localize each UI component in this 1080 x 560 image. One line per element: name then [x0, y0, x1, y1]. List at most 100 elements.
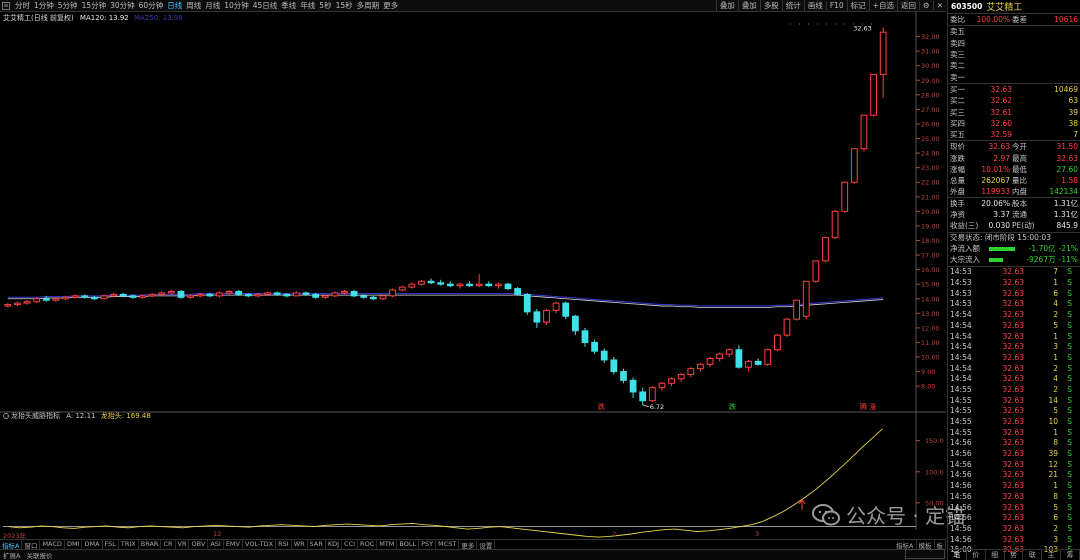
period-tab[interactable]: 15分钟	[80, 0, 109, 11]
status-related[interactable]: 关联报价	[23, 550, 55, 560]
close-icon[interactable]: ✕	[932, 1, 946, 10]
candle-up	[14, 302, 21, 306]
sell-level: 卖二	[948, 60, 1080, 71]
period-tab[interactable]: 30分钟	[108, 0, 137, 11]
panel-tab[interactable]: 细	[986, 550, 1005, 560]
tool-button[interactable]: 返回	[896, 0, 919, 11]
tool-button[interactable]: 画线	[803, 0, 826, 11]
tool-button[interactable]: 叠加	[737, 0, 760, 11]
period-tab[interactable]: 年线	[298, 0, 317, 11]
chart-scrollbar[interactable]	[905, 549, 945, 559]
indicator-tab[interactable]: TRIX	[119, 540, 139, 549]
period-tab[interactable]: 1分钟	[32, 0, 56, 11]
tool-button[interactable]: F10	[825, 1, 847, 10]
period-tab[interactable]: 更多	[381, 0, 400, 11]
indicator-tab[interactable]: RSI	[276, 540, 292, 549]
menu-icon[interactable]: ≡	[2, 1, 10, 10]
stat-value: 1.31亿	[1053, 198, 1078, 208]
indicator-tab[interactable]: DMI	[65, 540, 83, 549]
period-tab[interactable]: 5分钟	[56, 0, 80, 11]
period-tab[interactable]: 月线	[203, 0, 222, 11]
tick-side: S	[1067, 288, 1072, 298]
period-tab[interactable]: 5秒	[317, 0, 333, 11]
candle-up	[495, 283, 502, 287]
tick-price: 32.63	[1002, 491, 1024, 501]
settings-icon[interactable]: ⚙	[918, 1, 933, 10]
period-tab[interactable]: 分时	[13, 0, 32, 11]
kline-chart[interactable]: 32.0031.0030.0029.0028.0027.0026.0025.00…	[0, 12, 946, 540]
tick-time: 14:54	[950, 363, 972, 373]
indicator-tab[interactable]: MCST	[436, 540, 460, 549]
tool-button[interactable]: +自选	[868, 0, 897, 11]
indicator-tab[interactable]: 设置	[477, 540, 496, 549]
candle-down	[244, 293, 252, 297]
panel-tab[interactable]: 笔	[948, 550, 967, 560]
indicator-tab[interactable]: FSL	[103, 540, 119, 549]
indicator-tab[interactable]: VOL-TDX	[243, 540, 277, 549]
indicator-tab[interactable]: ASI	[208, 540, 224, 549]
indicator-tab[interactable]: MTM	[377, 540, 398, 549]
indicator-tab[interactable]: 指标A	[0, 540, 23, 549]
indicator-tab[interactable]: DMA	[82, 540, 103, 549]
tick-side: S	[1067, 299, 1072, 309]
quote-stats: 现价 32.63 今开 31.50 涨跌 2.97 最高 32.63 涨幅 10.01% 最低 27.…	[948, 140, 1080, 231]
tool-button[interactable]: 标记	[846, 0, 869, 11]
indicator-tab[interactable]: EMV	[224, 540, 243, 549]
period-tab[interactable]: 10分钟	[222, 0, 251, 11]
tool-button[interactable]: 多股	[759, 0, 782, 11]
candle-up	[418, 280, 425, 285]
panel-tab[interactable]: 价	[967, 550, 986, 560]
tick-row: 14:55 32.63 5 S	[948, 405, 1080, 416]
indicator-tab[interactable]: MACD	[40, 540, 65, 549]
indicator-tab[interactable]: PSY	[419, 540, 437, 549]
buy-price: 32.63	[990, 84, 1012, 94]
period-tab[interactable]: 多周期	[355, 0, 382, 11]
tool-button[interactable]: 统计	[781, 0, 804, 11]
candle-down	[591, 341, 598, 352]
panel-tab[interactable]: 筹	[1061, 550, 1080, 560]
status-expand[interactable]: 扩展A	[0, 550, 23, 560]
indicator-tab[interactable]: SAR	[308, 540, 326, 549]
tick-time: 14:53	[950, 288, 972, 298]
indicator-tab[interactable]: WR	[292, 540, 308, 549]
stat-label: 涨幅	[950, 165, 965, 174]
tick-time: 14:53	[950, 267, 972, 277]
tick-row: 14:56 32.63 39 S	[948, 448, 1080, 459]
indicator-tab[interactable]: CR	[161, 540, 176, 549]
buy-volume: 39	[1068, 107, 1078, 117]
period-tab[interactable]: 60分钟	[137, 0, 166, 11]
template-tab[interactable]: 模板	[917, 540, 935, 549]
period-tab[interactable]: 45日线	[251, 0, 280, 11]
stat-row: 收益(三) 0.030 PE(动) 845.9	[948, 220, 1080, 231]
indicator-tab[interactable]: KDJ	[326, 540, 343, 549]
buy-volume: 7	[1073, 130, 1078, 140]
indicator-tab[interactable]: BRAR	[139, 540, 162, 549]
period-tab[interactable]: 15秒	[334, 0, 355, 11]
period-tab[interactable]: 季线	[279, 0, 298, 11]
indicator-toggle-icon[interactable]	[3, 413, 9, 419]
period-tab[interactable]: 周线	[184, 0, 203, 11]
tick-side: S	[1067, 438, 1072, 448]
candle-up	[677, 373, 685, 380]
stat-value: 2.97	[993, 153, 1010, 163]
indicator-tab[interactable]: 更多	[459, 540, 478, 549]
panel-tab[interactable]: 联	[1023, 550, 1043, 560]
template-tab[interactable]: 板	[935, 540, 946, 549]
indicator-tab[interactable]: OBV	[189, 540, 209, 549]
tick-row: 14:56 32.63 3 S	[948, 534, 1080, 545]
indicator-tab[interactable]: VR	[176, 540, 190, 549]
candle-up	[725, 349, 733, 355]
period-tab[interactable]: 日线	[165, 0, 184, 11]
indicator-tab[interactable]: BOLL	[397, 540, 420, 549]
tool-button[interactable]: 叠加	[715, 0, 738, 11]
panel-tab[interactable]: 势	[1005, 550, 1024, 560]
candle-down	[446, 283, 454, 287]
price-tick-label: 17.00	[921, 252, 940, 260]
indicator-tab[interactable]: 窗口	[22, 540, 41, 549]
indicator-tab[interactable]: CCI	[342, 540, 359, 549]
tick-list[interactable]: 14:53 32.63 7 S 14:53 32.63 1 S 14:53 32.63 6 S 14:5…	[948, 265, 1080, 556]
indicator-tab[interactable]: ROC	[358, 540, 378, 549]
panel-tab[interactable]: 主	[1042, 550, 1062, 560]
template-tab[interactable]: 指标A	[894, 540, 917, 549]
candle-down	[523, 293, 531, 313]
